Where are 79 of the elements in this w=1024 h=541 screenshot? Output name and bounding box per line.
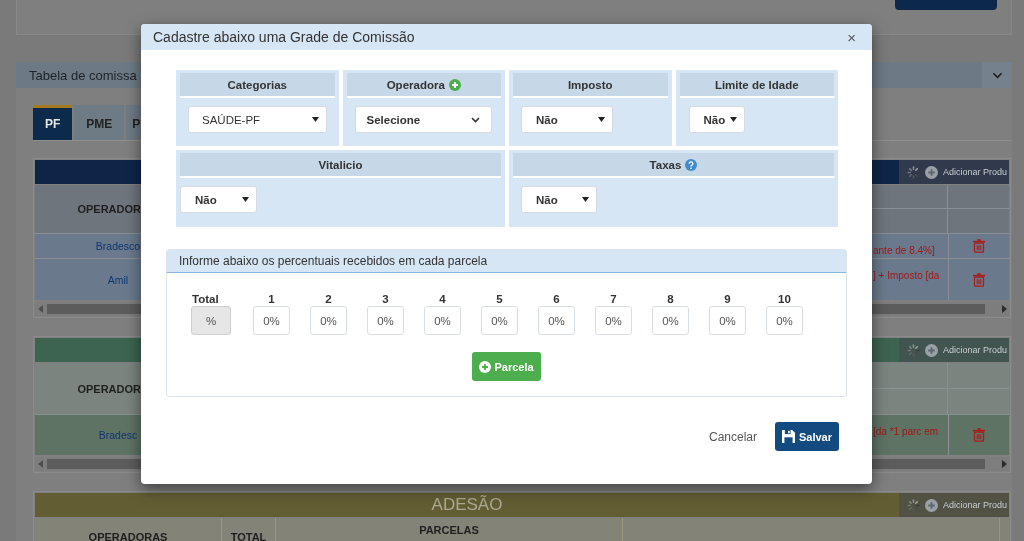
field-label: Categorias [227,78,287,91]
plus-circle-icon [925,165,938,179]
column-header: OPERADORAS [88,531,168,541]
column-label: 9 [724,292,731,306]
detail-text: [da *1 parc em [873,426,939,437]
spinner-icon [907,498,920,512]
field-label: Imposto [567,78,613,91]
dropdown[interactable]: Não [180,186,257,213]
column-label: 6 [553,292,560,306]
plus-circle-icon[interactable] [448,78,461,91]
dropdown[interactable]: Selecione [354,106,492,133]
column-header: OPERADOR [77,203,141,215]
percent-field[interactable]: 0% [367,306,404,335]
field-label: Taxas [649,158,682,171]
caret-down-icon [729,117,737,122]
column-header: TOTAL [230,531,267,541]
percent-field[interactable]: 0% [253,306,290,335]
tab[interactable]: PF [33,105,73,140]
field-label: Vitalicio [318,158,363,171]
cancel-button[interactable]: Cancelar [708,429,757,444]
column-label: 5 [496,292,503,306]
section-title: Tabela de comissa [29,67,137,83]
collapse-button[interactable] [982,62,1012,88]
column-label: 7 [610,292,617,306]
dropdown[interactable]: Não [521,186,597,213]
add-product-button[interactable]: Adicionar Produ [899,160,1009,184]
panel-header: Informe abaixo os percentuais recebidos em cada parcela [167,250,846,273]
column-label: 3 [382,292,389,306]
trash-icon[interactable] [973,239,985,253]
trash-icon[interactable] [973,428,985,442]
caret-down-icon [312,117,319,122]
caret-down-icon [582,197,589,202]
spinner-icon [907,343,920,357]
percent-field[interactable]: 0% [310,306,347,335]
plus-circle-icon [925,498,938,512]
percent-field[interactable]: 0% [538,306,575,335]
add-product-button[interactable]: Adicionar Produ [899,493,1009,517]
percent-field[interactable]: 0% [766,306,803,335]
plus-circle-icon [479,360,492,373]
chevron-down-icon [470,116,480,123]
column-label: 1 [268,292,275,306]
left-arrow-icon[interactable] [38,460,43,468]
detail-text: ante de 8.4%] [873,245,935,256]
add-product-button[interactable]: Adicionar Produ [899,338,1009,362]
left-arrow-icon[interactable] [38,305,43,313]
spinner-icon [907,165,920,179]
column-label: 8 [667,292,674,306]
percent-field[interactable]: 0% [481,306,518,335]
dropdown[interactable]: Não [521,106,613,133]
column-header: OPERADOR [77,382,141,395]
trash-icon[interactable] [973,272,985,287]
tab[interactable]: PME [74,105,125,140]
close-button[interactable]: × [847,29,856,45]
table-title: ADESÃO [430,495,504,515]
percent-field[interactable]: 0% [424,306,461,335]
field-label: Operadora [386,78,445,91]
save-button[interactable]: Salvar [775,422,839,451]
column-header: PARCELAS [419,524,479,536]
caret-down-icon [242,197,249,202]
chevron-down-icon [991,71,1003,79]
modal-title: Cadastre abaixo uma Grade de Comissão [153,29,415,45]
detail-text: ] + Imposto [da [873,270,940,281]
right-arrow-icon[interactable] [1002,460,1007,468]
column-label: 4 [439,292,446,306]
percent-field[interactable]: % [191,306,231,335]
percent-field[interactable]: 0% [652,306,689,335]
save-icon [782,430,795,443]
percent-field[interactable]: 0% [709,306,746,335]
caret-down-icon [598,117,605,122]
dropdown[interactable]: Não [688,106,745,133]
column-label: 2 [325,292,332,306]
plus-circle-icon [925,343,938,357]
help-icon[interactable] [685,158,698,171]
column-label: Total [191,292,219,306]
field-label: Limite de Idade [714,78,799,91]
dropdown[interactable]: SAÚDE-PF [188,106,327,133]
column-label: 10 [778,292,791,306]
percent-field[interactable]: 0% [595,306,632,335]
right-arrow-icon[interactable] [1002,305,1007,313]
